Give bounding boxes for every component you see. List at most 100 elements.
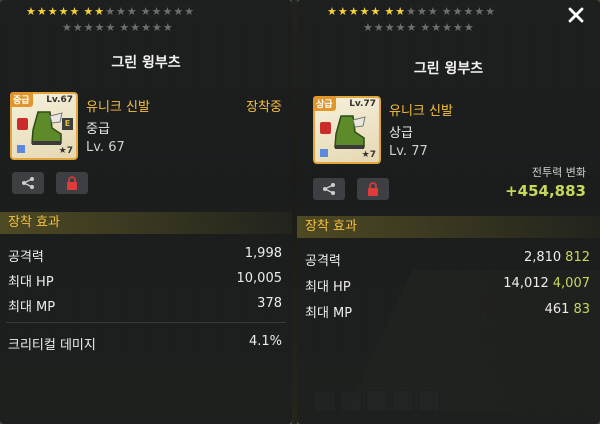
stat-label: 크리티컬 데미지 xyxy=(8,338,96,353)
star-icon: ★ xyxy=(94,21,105,34)
stat-label: 공격력 xyxy=(305,254,341,269)
star-icon: ★ xyxy=(442,21,452,34)
share-button[interactable] xyxy=(12,172,44,194)
lock-icon xyxy=(17,118,28,130)
star-icon: ★ xyxy=(406,5,416,18)
stat-row-max-mp: 최대 MP 461 83 xyxy=(305,302,590,321)
star-icon: ★ xyxy=(327,5,337,18)
item-name: 그린 윙부츠 xyxy=(413,61,484,77)
star-icon: ★ xyxy=(453,21,463,34)
stat-row-attack: 공격력 2,810 812 xyxy=(305,250,590,269)
star-icon: ★ xyxy=(373,21,384,34)
star-force-row-2: ★ ★ ★ ★ ★ ★ ★ ★ ★ ★ xyxy=(363,22,474,34)
item-level: Lv. 67 xyxy=(86,140,125,155)
grade-tag: 상급 xyxy=(313,96,336,111)
item-type: 유니크 신발 xyxy=(86,100,150,115)
star-icon: ★ xyxy=(427,5,438,18)
star-icon: ★ xyxy=(62,21,72,34)
star-icon: ★ xyxy=(69,5,80,18)
potential-icon xyxy=(17,145,25,153)
star-count-value: 7 xyxy=(66,146,73,156)
star-group: ★ ★ ★ ★ ★ xyxy=(83,6,136,18)
stat-value-group: 461 83 xyxy=(545,302,590,320)
star-icon: ★ xyxy=(83,21,94,34)
close-button[interactable] xyxy=(566,5,586,25)
star-icon: ★ xyxy=(463,21,474,34)
star-icon: ★ xyxy=(141,21,151,34)
stat-label: 최대 HP xyxy=(305,280,351,295)
star-force-row-2: ★ ★ ★ ★ ★ ★ ★ ★ ★ ★ xyxy=(62,22,173,34)
stat-value: 2,810 xyxy=(523,250,562,265)
star-icon: ★ xyxy=(452,5,463,18)
star-icon: ★ xyxy=(105,5,115,18)
star-count-value: 7 xyxy=(369,150,376,160)
star-icon: ★ xyxy=(370,5,381,18)
stat-value: 4.1% xyxy=(248,334,282,349)
star-count: ★7 xyxy=(58,146,73,156)
star-group: ★ ★ ★ ★ ★ xyxy=(420,22,473,34)
boot-icon xyxy=(334,115,366,149)
star-force-row-1: ★ ★ ★ ★ ★ ★ ★ ★ ★ ★ ★ ★ ★ ★ ★ xyxy=(26,6,194,18)
stat-value: 10,005 xyxy=(236,271,283,286)
star-icon: ★ xyxy=(72,21,83,34)
stat-label: 공격력 xyxy=(8,250,44,265)
stat-bonus: 812 xyxy=(565,250,590,265)
stat-row-attack: 공격력 1,998 xyxy=(8,246,282,265)
compare-item-tooltip: ★ ★ ★ ★ ★ ★ ★ ★ ★ ★ ★ ★ ★ ★ ★ ★ ★ ★ ★ ★ ★ ★ ★ ★ ★ 그린 윙부츠 상급 … xyxy=(297,0,600,424)
level-tag: Lv.67 xyxy=(46,95,73,105)
star-icon: ★ xyxy=(474,5,485,18)
star-icon: ★ xyxy=(119,21,130,34)
star-icon: ★ xyxy=(384,21,395,34)
star-icon: ★ xyxy=(417,5,427,18)
star-group: ★ ★ ★ ★ ★ xyxy=(384,6,437,18)
stat-row-max-mp: 최대 MP 378 xyxy=(8,296,282,315)
share-icon xyxy=(22,177,34,189)
lock-icon xyxy=(320,122,331,134)
star-icon: ★ xyxy=(116,5,126,18)
combat-power-change: +454,883 xyxy=(505,182,586,200)
star-icon: ★ xyxy=(184,5,195,18)
item-name: 그린 윙부츠 xyxy=(111,55,181,71)
star-group: ★ ★ ★ ★ ★ xyxy=(141,6,194,18)
lock-icon xyxy=(368,182,378,196)
lock-button[interactable] xyxy=(357,178,389,200)
section-header-equip-effect: 장착 효과 xyxy=(0,212,292,234)
star-icon: ★ xyxy=(359,5,370,18)
share-icon xyxy=(323,183,335,195)
star-icon: ★ xyxy=(126,5,137,18)
star-icon: ★ xyxy=(26,5,36,18)
star-icon: ★ xyxy=(36,5,47,18)
star-count: ★7 xyxy=(361,150,376,160)
star-icon: ★ xyxy=(130,21,141,34)
stat-bonus: 4,007 xyxy=(552,276,590,291)
star-icon: ★ xyxy=(47,5,58,18)
star-icon: ★ xyxy=(58,5,69,18)
star-icon: ★ xyxy=(152,21,162,34)
stat-row-max-hp: 최대 HP 10,005 xyxy=(8,271,283,290)
share-button[interactable] xyxy=(313,178,345,200)
stat-value: 378 xyxy=(257,296,282,311)
stat-label: 최대 MP xyxy=(8,300,56,315)
star-icon: ★ xyxy=(140,5,151,18)
star-icon: ★ xyxy=(162,5,173,18)
item-grade: 중급 xyxy=(86,122,110,137)
star-icon: ★ xyxy=(348,5,359,18)
item-type: 유니크 신발 xyxy=(389,104,453,119)
star-icon: ★ xyxy=(363,21,373,34)
item-level: Lv. 77 xyxy=(389,144,428,159)
equipped-status: 장착중 xyxy=(246,100,282,115)
stat-value: 14,012 xyxy=(503,276,549,291)
stat-row-crit-damage: 크리티컬 데미지 4.1% xyxy=(8,334,282,353)
star-icon: ★ xyxy=(173,5,184,18)
star-group: ★ ★ ★ ★ ★ xyxy=(119,22,172,34)
equip-badge-icon: E xyxy=(62,118,73,130)
star-icon: ★ xyxy=(463,5,474,18)
star-icon: ★ xyxy=(485,5,496,18)
divider xyxy=(6,322,286,323)
star-icon: ★ xyxy=(406,21,417,34)
lock-button[interactable] xyxy=(56,172,88,194)
star-group: ★ ★ ★ ★ ★ xyxy=(327,6,380,18)
stat-label: 최대 HP xyxy=(8,275,54,290)
section-header-equip-effect: 장착 효과 xyxy=(297,216,600,238)
star-icon: ★ xyxy=(431,21,442,34)
